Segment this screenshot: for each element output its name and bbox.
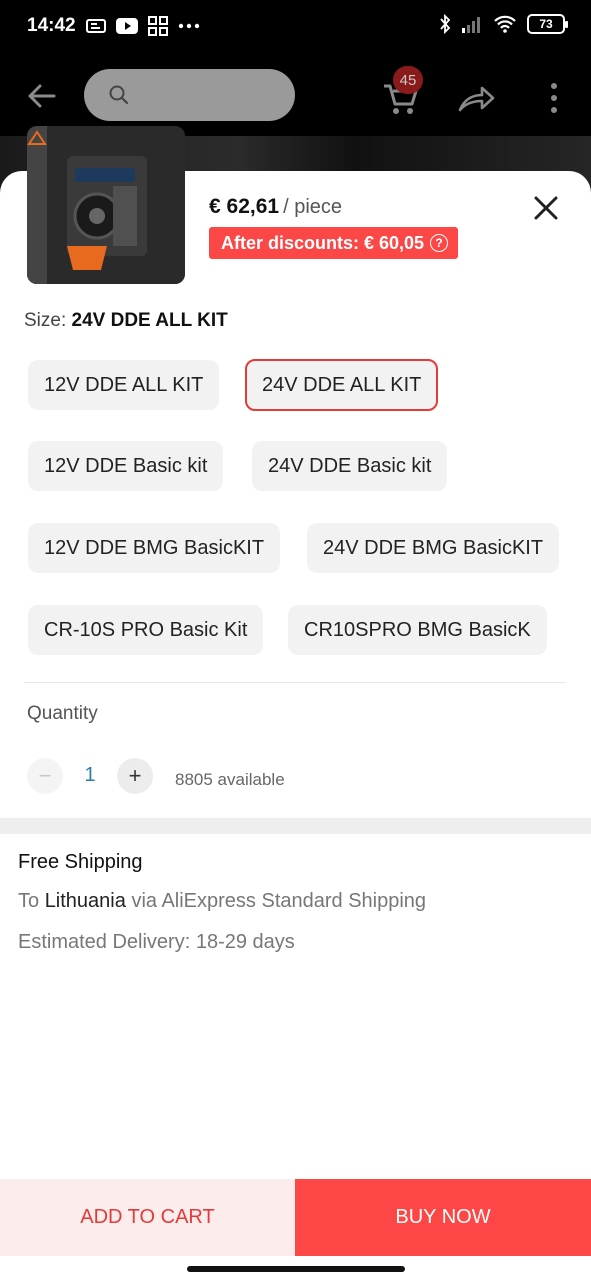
shipping-to-prefix: To bbox=[18, 890, 40, 912]
size-option[interactable]: 24V DDE BMG BasicKIT bbox=[307, 523, 560, 573]
signal-icon bbox=[462, 17, 480, 33]
discount-label: After discounts: € 60,05 bbox=[221, 232, 425, 253]
sku-selection-sheet bbox=[0, 171, 591, 1280]
size-option[interactable]: CR-10S PRO Basic Kit bbox=[28, 605, 264, 655]
size-option[interactable]: CR10SPRO BMG BasicK bbox=[288, 605, 547, 655]
quantity-available: 8805 available bbox=[175, 770, 285, 789]
search-input[interactable] bbox=[84, 69, 295, 121]
quantity-decrease-button[interactable]: − bbox=[27, 758, 63, 794]
quantity-value[interactable]: 1 bbox=[80, 764, 100, 787]
shipping-estimated-delivery: Estimated Delivery: 18-29 days bbox=[18, 931, 295, 953]
help-icon: ? bbox=[430, 234, 449, 252]
bluetooth-icon bbox=[440, 14, 451, 34]
product-price: € 62,61/ piece bbox=[209, 195, 342, 219]
size-option[interactable]: 12V DDE Basic kit bbox=[28, 441, 224, 491]
size-option[interactable]: 24V DDE Basic kit bbox=[252, 441, 448, 491]
discount-badge[interactable]: After discounts: € 60,05 ? bbox=[209, 227, 459, 259]
system-nav-bar bbox=[0, 1256, 591, 1280]
status-time: 14:42 bbox=[27, 15, 76, 36]
shipping-destination[interactable]: To Lithuania via AliExpress Standard Shi… bbox=[18, 890, 426, 913]
youtube-icon bbox=[116, 18, 138, 34]
back-arrow-icon[interactable] bbox=[24, 78, 60, 114]
section-divider bbox=[24, 682, 566, 683]
quantity-label: Quantity bbox=[27, 703, 98, 724]
section-separator bbox=[0, 818, 591, 834]
size-label: Size: 24V DDE ALL KIT bbox=[24, 310, 228, 332]
home-gesture-handle[interactable] bbox=[187, 1266, 405, 1272]
cart-count-badge: 45 bbox=[393, 66, 423, 94]
size-option-selected[interactable]: 24V DDE ALL KIT bbox=[245, 359, 439, 411]
price-value: € 62,61 bbox=[209, 195, 280, 218]
status-bar: 14:42 73 bbox=[0, 0, 591, 52]
size-selected-value: 24V DDE ALL KIT bbox=[71, 310, 228, 331]
add-to-cart-button[interactable]: ADD TO CART bbox=[0, 1179, 295, 1256]
shipping-title: Free Shipping bbox=[18, 851, 143, 873]
status-icons-left bbox=[86, 16, 200, 36]
shipping-country: Lithuania bbox=[44, 890, 126, 912]
shipping-method: via AliExpress Standard Shipping bbox=[131, 890, 427, 912]
size-option[interactable]: 12V DDE BMG BasicKIT bbox=[28, 523, 281, 573]
price-unit: / piece bbox=[283, 196, 343, 218]
battery-level: 73 bbox=[539, 17, 553, 31]
status-icons-right: 73 bbox=[439, 14, 568, 34]
search-icon bbox=[109, 85, 129, 105]
quantity-increase-button[interactable]: + bbox=[117, 758, 153, 794]
notification-icon bbox=[86, 19, 106, 33]
more-dots-icon bbox=[178, 23, 200, 29]
battery-icon: 73 bbox=[527, 14, 568, 34]
buy-now-button[interactable]: BUY NOW bbox=[295, 1179, 591, 1256]
product-image bbox=[27, 126, 185, 284]
size-option[interactable]: 12V DDE ALL KIT bbox=[28, 360, 220, 410]
share-icon[interactable] bbox=[456, 80, 496, 116]
apps-icon bbox=[148, 16, 168, 36]
wifi-icon bbox=[494, 15, 516, 33]
more-vertical-icon[interactable] bbox=[540, 80, 568, 116]
close-icon[interactable] bbox=[531, 193, 561, 223]
size-label-prefix: Size: bbox=[24, 310, 67, 331]
product-thumbnail bbox=[27, 126, 185, 284]
